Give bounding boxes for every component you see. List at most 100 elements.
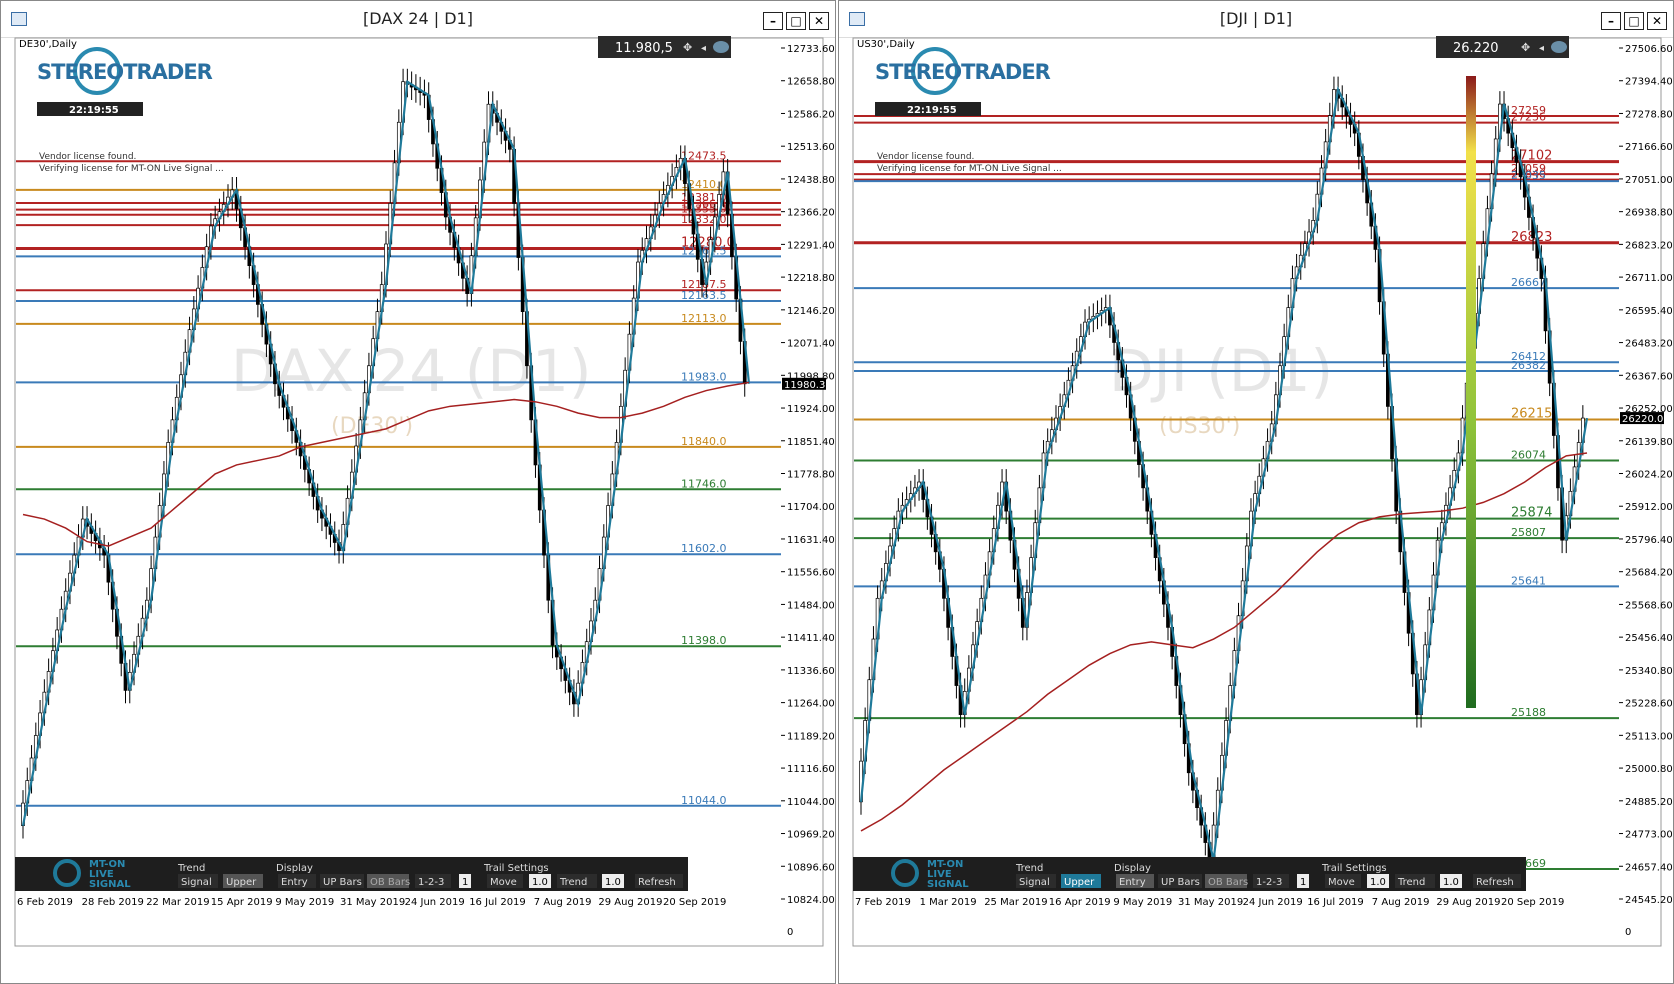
x-tick-label: 16 Apr 2019 — [1049, 897, 1111, 908]
x-tick-label: 1 Mar 2019 — [920, 897, 977, 908]
level-label: 11602.0 — [681, 542, 727, 555]
toggle-icon[interactable] — [1551, 41, 1567, 53]
symbol-label: DE30',Daily — [19, 39, 77, 50]
level-label: 11044.0 — [681, 794, 727, 807]
logo-text: STEREOTRADER — [37, 60, 213, 84]
y-tick-label: 11411.40 — [787, 633, 835, 644]
x-tick-label: 6 Feb 2019 — [17, 897, 73, 908]
y-tick-label: 25113.00 — [1625, 731, 1673, 742]
y-tick-label: 24657.40 — [1625, 862, 1673, 873]
y-tick-label: 25912.00 — [1625, 502, 1673, 513]
y-tick-label: 11189.20 — [787, 731, 835, 742]
chart-window-dax[interactable]: [DAX 24 | D1] – □ ✕ 12733.60 12658.80 1258… — [0, 0, 836, 984]
caret-left-icon[interactable]: ◂ — [1539, 43, 1544, 54]
display-up-bars-button-label: UP Bars — [323, 877, 362, 888]
logo-text: STEREOTRADER — [875, 60, 1051, 84]
level-label: 11840.0 — [681, 435, 727, 448]
current-price-tag-label: 11980.35 — [784, 380, 832, 391]
trend-group-label: Trend — [1015, 863, 1043, 874]
mt-on-logo-line3: SIGNAL — [89, 879, 131, 890]
y-tick-label: 24545.20 — [1625, 895, 1673, 906]
price-chart[interactable]: 27506.60 27394.40 27278.80 27166.60 27051.00… — [839, 1, 1674, 984]
level-label: 12473.5 — [681, 149, 727, 162]
x-tick-label: 22 Mar 2019 — [146, 897, 209, 908]
y-tick-label: 26938.80 — [1625, 208, 1673, 219]
mt-on-control-panel[interactable]: MT-ONLIVESIGNALTrendSignal UpperDisplayEn… — [853, 857, 1526, 891]
x-tick-label: 28 Feb 2019 — [82, 897, 144, 908]
y-tick-label: 12438.80 — [787, 175, 835, 186]
y-tick-label: 11704.00 — [787, 502, 835, 513]
y-tick-label: 24773.00 — [1625, 830, 1673, 841]
toggle-icon[interactable] — [713, 41, 729, 53]
x-tick-label: 16 Jul 2019 — [1307, 897, 1364, 908]
crosshair-icon[interactable]: ✥ — [1521, 41, 1530, 54]
display-ob-bars-button-label: OB Bars — [1208, 877, 1248, 888]
y-tick-label: 11778.80 — [787, 470, 835, 481]
chart-window-dji[interactable]: [DJI | D1] – □ ✕ 27506.60 27394.40 27278.8… — [838, 0, 1674, 984]
level-label: 11398.0 — [681, 634, 727, 647]
y-tick-label: 26711.00 — [1625, 273, 1673, 284]
x-tick-label: 31 May 2019 — [1178, 897, 1243, 908]
y-tick-label: 25340.80 — [1625, 666, 1673, 677]
y-tick-label: 11336.60 — [787, 666, 835, 677]
x-tick-label: 7 Aug 2019 — [1372, 897, 1430, 908]
y-tick-label: 11924.00 — [787, 404, 835, 415]
y-tick-label: 11631.40 — [787, 535, 835, 546]
display-level-value-label: 1 — [1300, 877, 1306, 888]
signal-gradient-bar — [1466, 76, 1476, 708]
level-label: 12262.5 — [681, 244, 727, 257]
y-tick-label: 25568.60 — [1625, 600, 1673, 611]
y-tick-label: 12291.40 — [787, 240, 835, 251]
x-tick-label: 9 May 2019 — [1113, 897, 1172, 908]
trend-upper-button-label: Upper — [1064, 877, 1095, 888]
y-tick-label: 12658.80 — [787, 77, 835, 88]
trail-move-button-label: Move — [1328, 877, 1355, 888]
y-tick-label: 11116.60 — [787, 764, 835, 775]
display-ob-bars-button-label: OB Bars — [370, 877, 410, 888]
x-tick-label: 24 Jun 2019 — [1243, 897, 1303, 908]
trend-group-label: Trend — [177, 863, 205, 874]
x-tick-label: 31 May 2019 — [340, 897, 405, 908]
x-tick-label: 16 Jul 2019 — [469, 897, 526, 908]
y-tick-label: 10969.20 — [787, 830, 835, 841]
y-tick-label: 27506.60 — [1625, 44, 1673, 55]
symbol-label: US30',Daily — [857, 39, 915, 50]
y-tick-label: 27394.40 — [1625, 77, 1673, 88]
refresh-button-label: Refresh — [638, 877, 676, 888]
price-box-value: 11.980,5 — [615, 41, 673, 56]
mt-on-logo-line3: SIGNAL — [927, 879, 969, 890]
y-tick-label: 11484.00 — [787, 600, 835, 611]
y-tick-label: 26483.20 — [1625, 339, 1673, 350]
level-label: 26382 — [1511, 359, 1546, 372]
level-label: 25641 — [1511, 574, 1546, 587]
trend-upper-button-label: Upper — [226, 877, 257, 888]
x-tick-label: 29 Aug 2019 — [1436, 897, 1500, 908]
license-line-2: Verifying license for MT-ON Live Signal … — [877, 164, 1062, 174]
crosshair-icon[interactable]: ✥ — [683, 41, 692, 54]
y-tick-label: 12366.20 — [787, 208, 835, 219]
display-up-bars-button-label: UP Bars — [1161, 877, 1200, 888]
trail-trend-value-label: 1.0 — [605, 877, 621, 888]
trail-move-value-label: 1.0 — [1370, 877, 1386, 888]
y-tick-label: 10824.00 — [787, 895, 835, 906]
x-tick-label: 20 Sep 2019 — [1501, 897, 1564, 908]
y-tick-label: 25228.60 — [1625, 699, 1673, 710]
chart-watermark-sub: (DE30') — [331, 414, 413, 439]
mt-on-control-panel[interactable]: MT-ONLIVESIGNALTrendSignal UpperDisplayEn… — [15, 857, 688, 891]
y-tick-label: 26024.20 — [1625, 470, 1673, 481]
display-123-button-label: 1-2-3 — [418, 877, 444, 888]
price-chart[interactable]: 12733.60 12658.80 12586.20 12513.60 12438.80… — [1, 1, 836, 984]
price-box-value: 26.220 — [1453, 41, 1499, 56]
y-tick-label: 11044.00 — [787, 797, 835, 808]
y-tick-label: 26595.40 — [1625, 306, 1673, 317]
y-tick-label: 12733.60 — [787, 44, 835, 55]
y-tick-label: 27166.60 — [1625, 142, 1673, 153]
level-label: 27236 — [1511, 111, 1546, 124]
trail-move-value-label: 1.0 — [532, 877, 548, 888]
level-label: 26074 — [1511, 449, 1546, 462]
display-entry-button-label: Entry — [281, 877, 308, 888]
clock-label: 22:19:55 — [69, 105, 119, 116]
caret-left-icon[interactable]: ◂ — [701, 43, 706, 54]
refresh-button-label: Refresh — [1476, 877, 1514, 888]
chart-frame — [14, 37, 824, 947]
